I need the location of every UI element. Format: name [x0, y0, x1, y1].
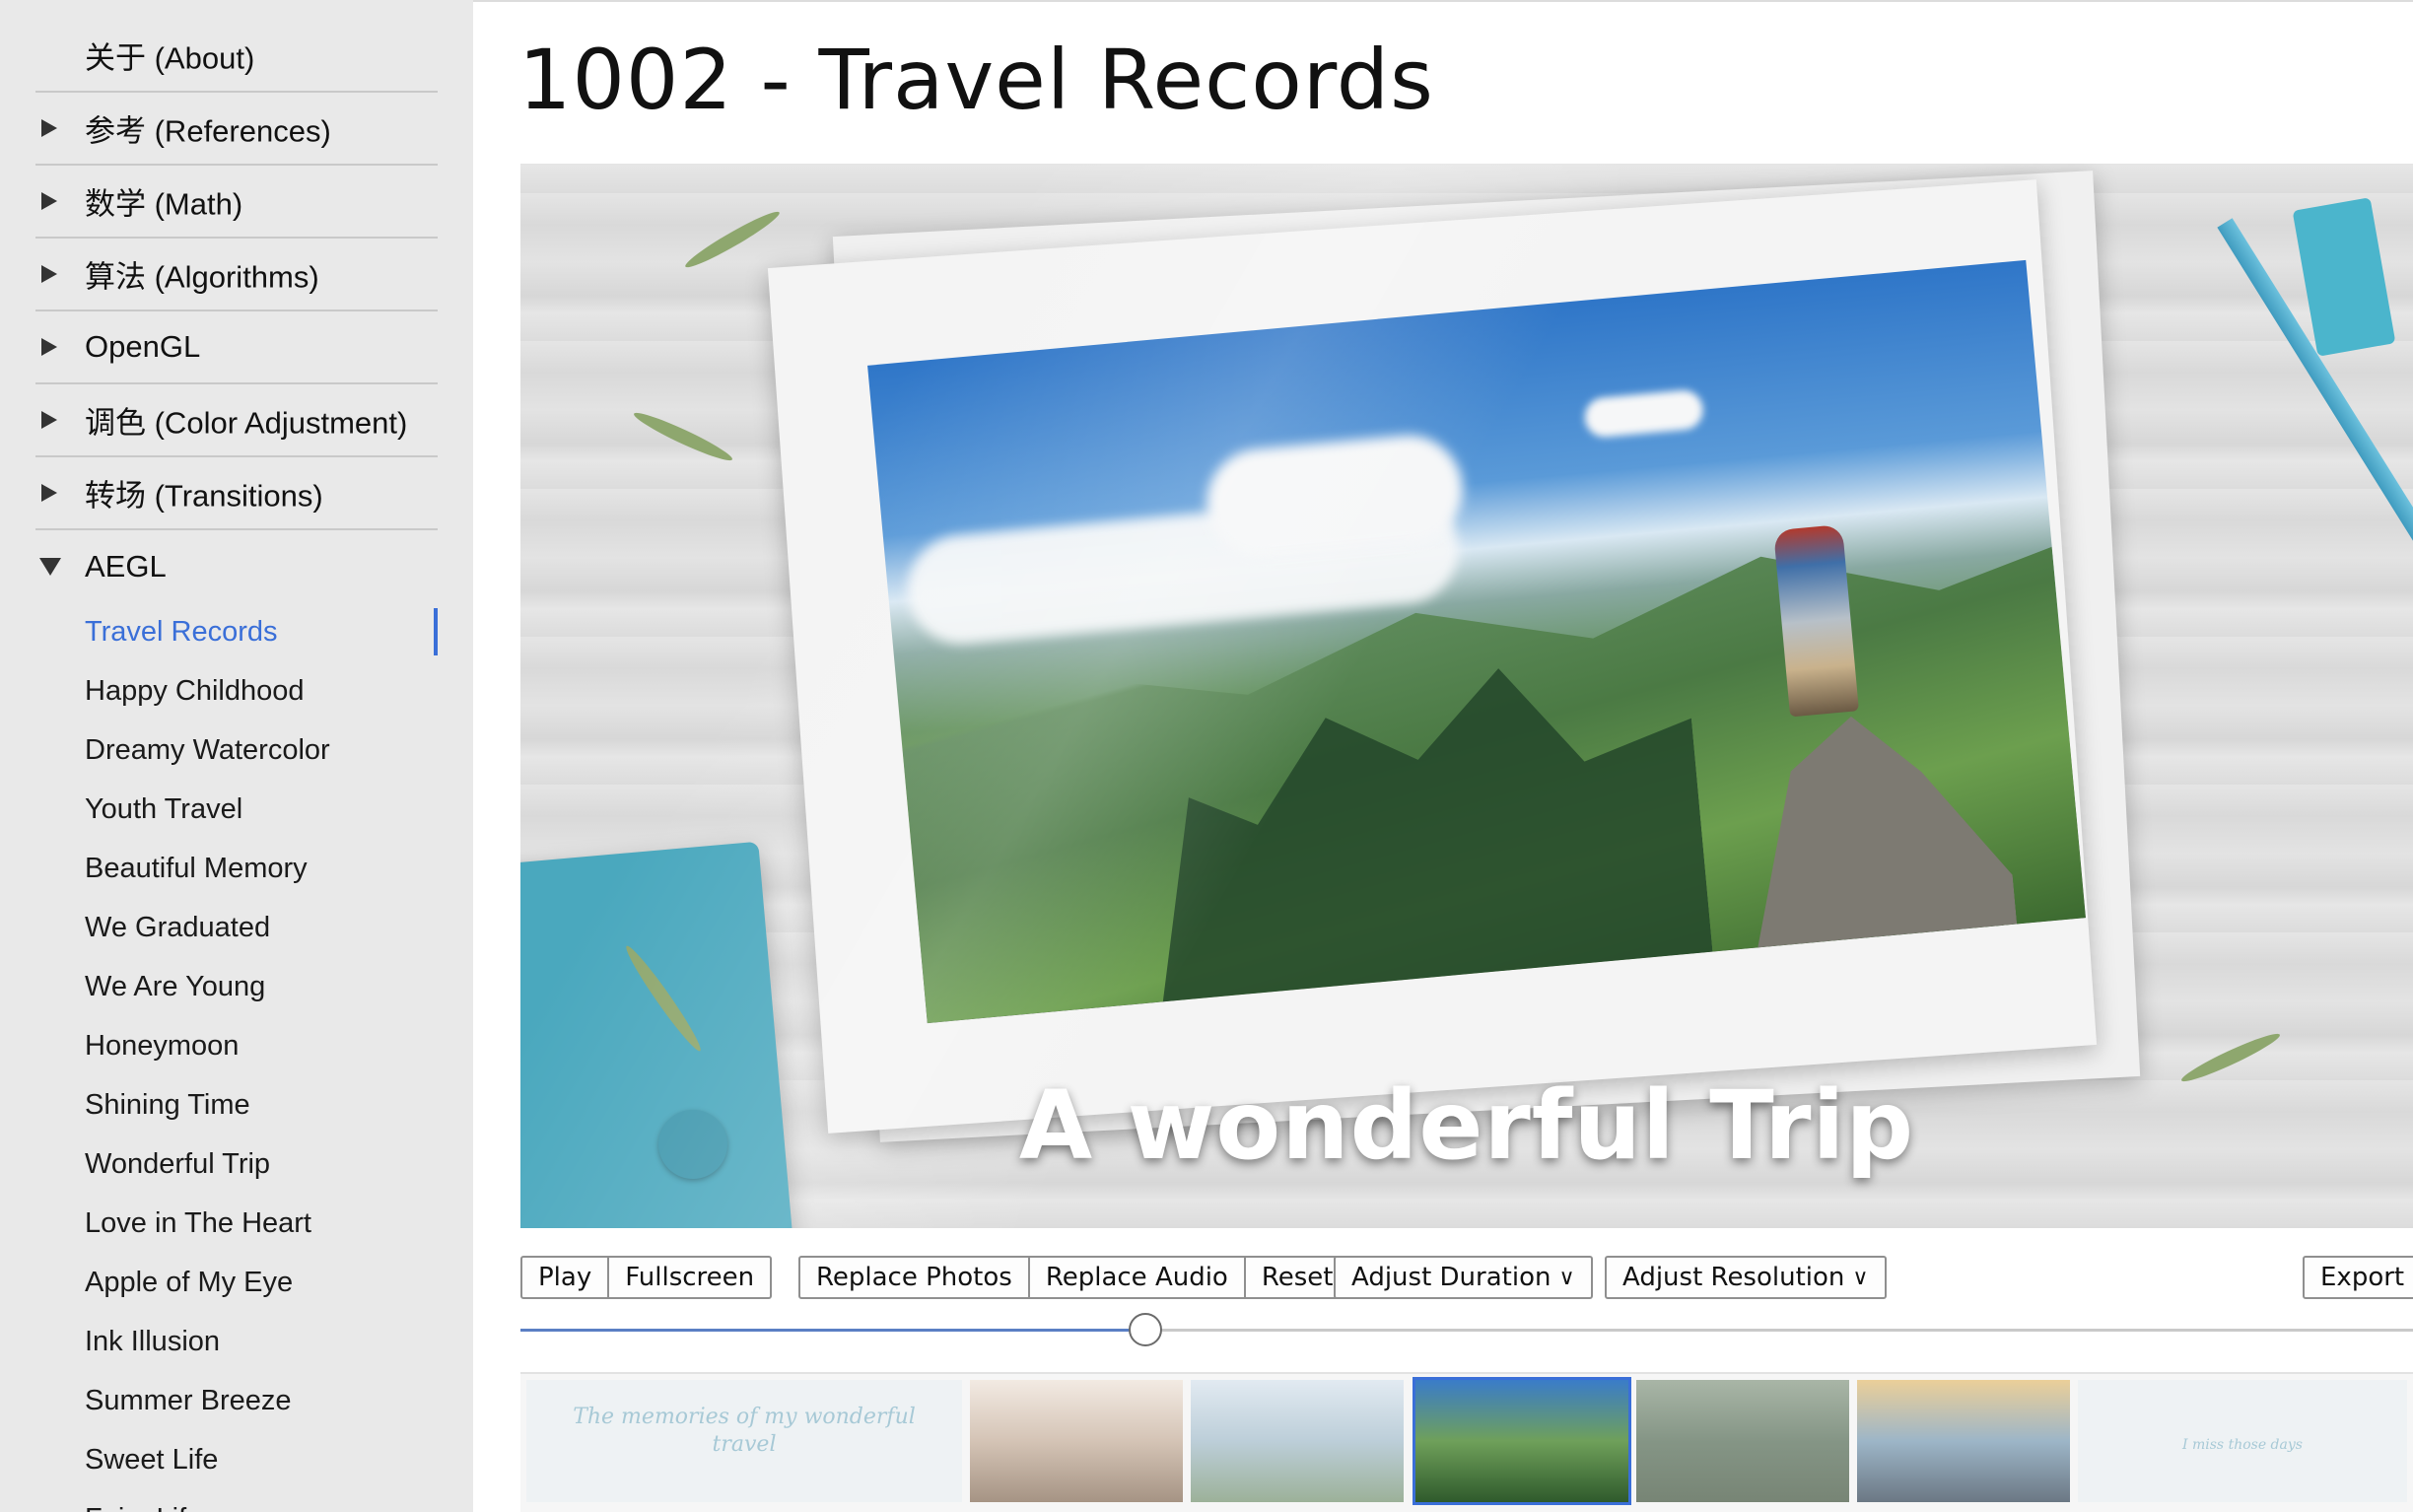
sidebar-category-label: 转场 (Transitions) [85, 478, 323, 514]
top-divider [473, 0, 2413, 2]
sidebar-item-happy-childhood[interactable]: Happy Childhood [85, 661, 304, 721]
adjust-resolution-button[interactable]: Adjust Resolution ∨ [1607, 1258, 1885, 1297]
expand-arrow-icon[interactable] [41, 265, 57, 283]
media-button-group: Replace Photos Replace Audio Reset [798, 1256, 1351, 1299]
adjust-duration-dropdown[interactable]: Adjust Duration ∨ [1334, 1256, 1593, 1299]
sidebar-category-label: 参考 (References) [85, 113, 331, 149]
chevron-down-icon: ∨ [1558, 1265, 1575, 1290]
sidebar-item-ink-illusion[interactable]: Ink Illusion [85, 1312, 220, 1371]
playback-button-group: Play Fullscreen [520, 1256, 773, 1299]
sidebar-item-sweet-life[interactable]: Sweet Life [85, 1430, 218, 1489]
thumbnail-strip: The memories of my wonderful travel I mi… [520, 1372, 2413, 1512]
expand-arrow-icon[interactable] [41, 338, 57, 356]
sidebar-category-label: 调色 (Color Adjustment) [85, 405, 408, 441]
active-item-indicator [434, 608, 438, 655]
expand-arrow-icon[interactable] [41, 119, 57, 137]
export-button-group: Export [2303, 1256, 2413, 1299]
sidebar-category-color-adjustment[interactable]: 调色 (Color Adjustment) [35, 384, 438, 457]
timeline-slider[interactable] [520, 1313, 2413, 1346]
sidebar-category-math[interactable]: 数学 (Math) [35, 166, 438, 239]
thumbnail-item[interactable] [1413, 1377, 1631, 1505]
sidebar-item-apple-of-my-eye[interactable]: Apple of My Eye [85, 1253, 293, 1312]
adjust-resolution-label: Adjust Resolution [1622, 1263, 1845, 1292]
sidebar-category-opengl[interactable]: OpenGL [35, 311, 438, 384]
sidebar-item-travel-records[interactable]: Travel Records [85, 602, 278, 661]
sidebar-item-we-are-young[interactable]: We Are Young [85, 957, 265, 1016]
sidebar-category-transitions[interactable]: 转场 (Transitions) [35, 457, 438, 530]
sidebar: 关于 (About) 参考 (References) 数学 (Math) 算法 … [0, 0, 473, 1512]
sidebar-item-wonderful-trip[interactable]: Wonderful Trip [85, 1134, 270, 1194]
sidebar-item-fairy-life[interactable]: Fairy Life [85, 1489, 202, 1512]
cloud-shape [1583, 388, 1705, 440]
video-preview[interactable]: A wonderful Trip [520, 164, 2413, 1228]
sidebar-item-honeymoon[interactable]: Honeymoon [85, 1016, 239, 1075]
preview-caption: A wonderful Trip [1018, 1070, 1915, 1181]
sidebar-category-references[interactable]: 参考 (References) [35, 93, 438, 166]
sidebar-item-beautiful-memory[interactable]: Beautiful Memory [85, 839, 308, 898]
adjust-duration-button[interactable]: Adjust Duration ∨ [1336, 1258, 1591, 1297]
thumbnail-item[interactable] [1636, 1380, 1849, 1502]
sidebar-category-label: AEGL [85, 549, 167, 584]
sidebar-category-label: OpenGL [85, 329, 201, 364]
sidebar-item-shining-time[interactable]: Shining Time [85, 1075, 250, 1134]
adjust-duration-label: Adjust Duration [1351, 1263, 1551, 1292]
sidebar-category-label: 关于 (About) [85, 40, 255, 76]
thumbnail-item[interactable] [1857, 1380, 2070, 1502]
timeline-slider-thumb[interactable] [1128, 1313, 1162, 1346]
export-button[interactable]: Export [2305, 1258, 2413, 1297]
timeline-slider-fill [520, 1329, 1145, 1332]
leaf-decoration [631, 407, 735, 466]
sidebar-category-about[interactable]: 关于 (About) [35, 20, 438, 93]
page-title: 1002 - Travel Records [518, 32, 1434, 128]
replace-photos-button[interactable]: Replace Photos [800, 1258, 1030, 1297]
sidebar-category-algorithms[interactable]: 算法 (Algorithms) [35, 239, 438, 311]
sidebar-category-label: 算法 (Algorithms) [85, 259, 319, 295]
adjust-resolution-dropdown[interactable]: Adjust Resolution ∨ [1605, 1256, 1887, 1299]
chevron-down-icon: ∨ [1852, 1265, 1869, 1290]
leaf-decoration [681, 206, 784, 273]
play-button[interactable]: Play [522, 1258, 610, 1297]
thumbnail-item[interactable]: I miss those days [2078, 1380, 2407, 1502]
thumbnail-item[interactable] [970, 1380, 1183, 1502]
sidebar-item-we-graduated[interactable]: We Graduated [85, 898, 270, 957]
eraser-decoration [2292, 197, 2396, 357]
expand-arrow-icon[interactable] [41, 484, 57, 502]
sidebar-item-summer-breeze[interactable]: Summer Breeze [85, 1371, 292, 1430]
thumbnail-caption: The memories of my wonderful travel [573, 1405, 916, 1457]
sidebar-category-aegl[interactable]: AEGL [35, 530, 438, 603]
expand-arrow-icon[interactable] [41, 192, 57, 210]
sidebar-item-love-in-the-heart[interactable]: Love in The Heart [85, 1194, 311, 1253]
replace-audio-button[interactable]: Replace Audio [1030, 1258, 1246, 1297]
expand-arrow-icon[interactable] [41, 411, 57, 429]
sidebar-item-youth-travel[interactable]: Youth Travel [85, 780, 242, 839]
thumbnail-item[interactable] [1191, 1380, 1404, 1502]
thumbnail-item[interactable]: The memories of my wonderful travel [526, 1380, 962, 1502]
thumbnail-caption: I miss those days [2182, 1437, 2303, 1453]
sidebar-item-dreamy-watercolor[interactable]: Dreamy Watercolor [85, 721, 330, 780]
mountain-photo [867, 259, 2086, 1024]
sidebar-category-label: 数学 (Math) [85, 186, 243, 222]
fullscreen-button[interactable]: Fullscreen [609, 1258, 770, 1297]
collapse-arrow-icon[interactable] [39, 558, 61, 576]
